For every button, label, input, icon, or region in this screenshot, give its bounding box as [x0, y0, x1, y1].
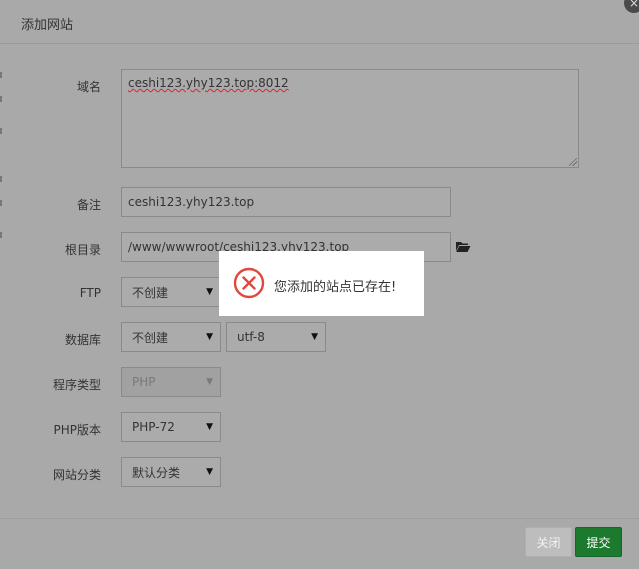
ftp-label: FTP	[79, 286, 101, 300]
caret-down-icon: ▼	[311, 332, 318, 342]
edge-tick	[0, 128, 2, 134]
folder-open-icon[interactable]	[455, 240, 471, 256]
edge-tick	[0, 96, 2, 102]
dialog-title: 添加网站	[21, 18, 74, 33]
php-version-label: PHP版本	[53, 423, 102, 437]
category-select[interactable]: 默认分类 ▼	[121, 457, 221, 487]
ftp-selected: 不创建	[132, 285, 169, 300]
remark-value: ceshi123.yhy123.top	[128, 195, 255, 209]
root-dir-label: 根目录	[64, 243, 101, 257]
ftp-select[interactable]: 不创建 ▼	[121, 277, 221, 307]
database-label: 数据库	[64, 333, 101, 347]
database-select[interactable]: 不创建 ▼	[121, 322, 221, 352]
caret-down-icon: ▼	[206, 332, 213, 342]
remark-label: 备注	[76, 198, 101, 212]
resize-grip-icon[interactable]	[569, 158, 577, 166]
edge-tick	[0, 232, 2, 238]
caret-down-icon: ▼	[206, 422, 213, 432]
category-selected: 默认分类	[132, 465, 181, 480]
caret-down-icon: ▼	[206, 467, 213, 477]
category-label: 网站分类	[52, 468, 101, 482]
program-type-select: PHP ▼	[121, 367, 221, 397]
domain-textarea[interactable]: ceshi123.yhy123.top:8012	[121, 69, 579, 168]
error-circle-icon	[233, 267, 265, 302]
database-selected: 不创建	[132, 330, 169, 345]
charset-selected: utf-8	[237, 330, 265, 344]
program-type-label: 程序类型	[52, 378, 101, 392]
edge-tick	[0, 176, 2, 182]
domain-value: ceshi123.yhy123.top:8012	[128, 76, 289, 90]
caret-down-icon: ▼	[206, 287, 213, 297]
caret-down-icon: ▼	[206, 377, 213, 387]
program-type-selected: PHP	[132, 375, 156, 389]
remark-input[interactable]: ceshi123.yhy123.top	[121, 187, 451, 217]
php-version-select[interactable]: PHP-72 ▼	[121, 412, 221, 442]
error-toast: 您添加的站点已存在!	[219, 251, 424, 316]
php-version-selected: PHP-72	[132, 420, 175, 434]
submit-button[interactable]: 提交	[575, 527, 622, 557]
toast-message: 您添加的站点已存在!	[274, 280, 397, 295]
dialog-header: 添加网站	[0, 0, 639, 44]
charset-select[interactable]: utf-8 ▼	[226, 322, 326, 352]
close-button[interactable]: 关闭	[525, 527, 572, 557]
domain-label: 域名	[76, 80, 101, 94]
